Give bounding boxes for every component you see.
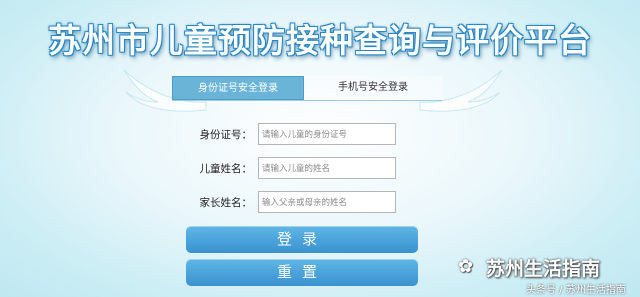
child-name-input[interactable]: 请输入儿童的姓名 <box>258 157 396 179</box>
tab-phone-login[interactable]: 手机号安全登录 <box>304 76 442 100</box>
login-button[interactable]: 登录 <box>186 226 418 253</box>
watermark-sub: 头条号 / 苏州生活指南 <box>526 285 626 296</box>
reset-button[interactable]: 重置 <box>186 259 418 286</box>
tab-id-login[interactable]: 身份证号安全登录 <box>172 76 304 100</box>
id-label: 身份证号： <box>199 129 253 141</box>
parent-name-label: 家长姓名： <box>199 197 253 209</box>
watermark-name: 苏州生活指南 <box>486 258 601 280</box>
login-tabs: 身份证号安全登录 手机号安全登录 <box>172 76 442 100</box>
page-title: 苏州市儿童预防接种查询与评价平台 <box>48 21 592 60</box>
child-name-label: 儿童姓名： <box>199 163 253 175</box>
parent-name-input[interactable]: 输入父亲或母亲的姓名 <box>258 191 396 213</box>
id-number-input[interactable]: 请输入儿童的身份证号 <box>258 123 396 145</box>
wechat-icon: ✿ <box>458 256 474 277</box>
tab-divider <box>172 100 442 101</box>
